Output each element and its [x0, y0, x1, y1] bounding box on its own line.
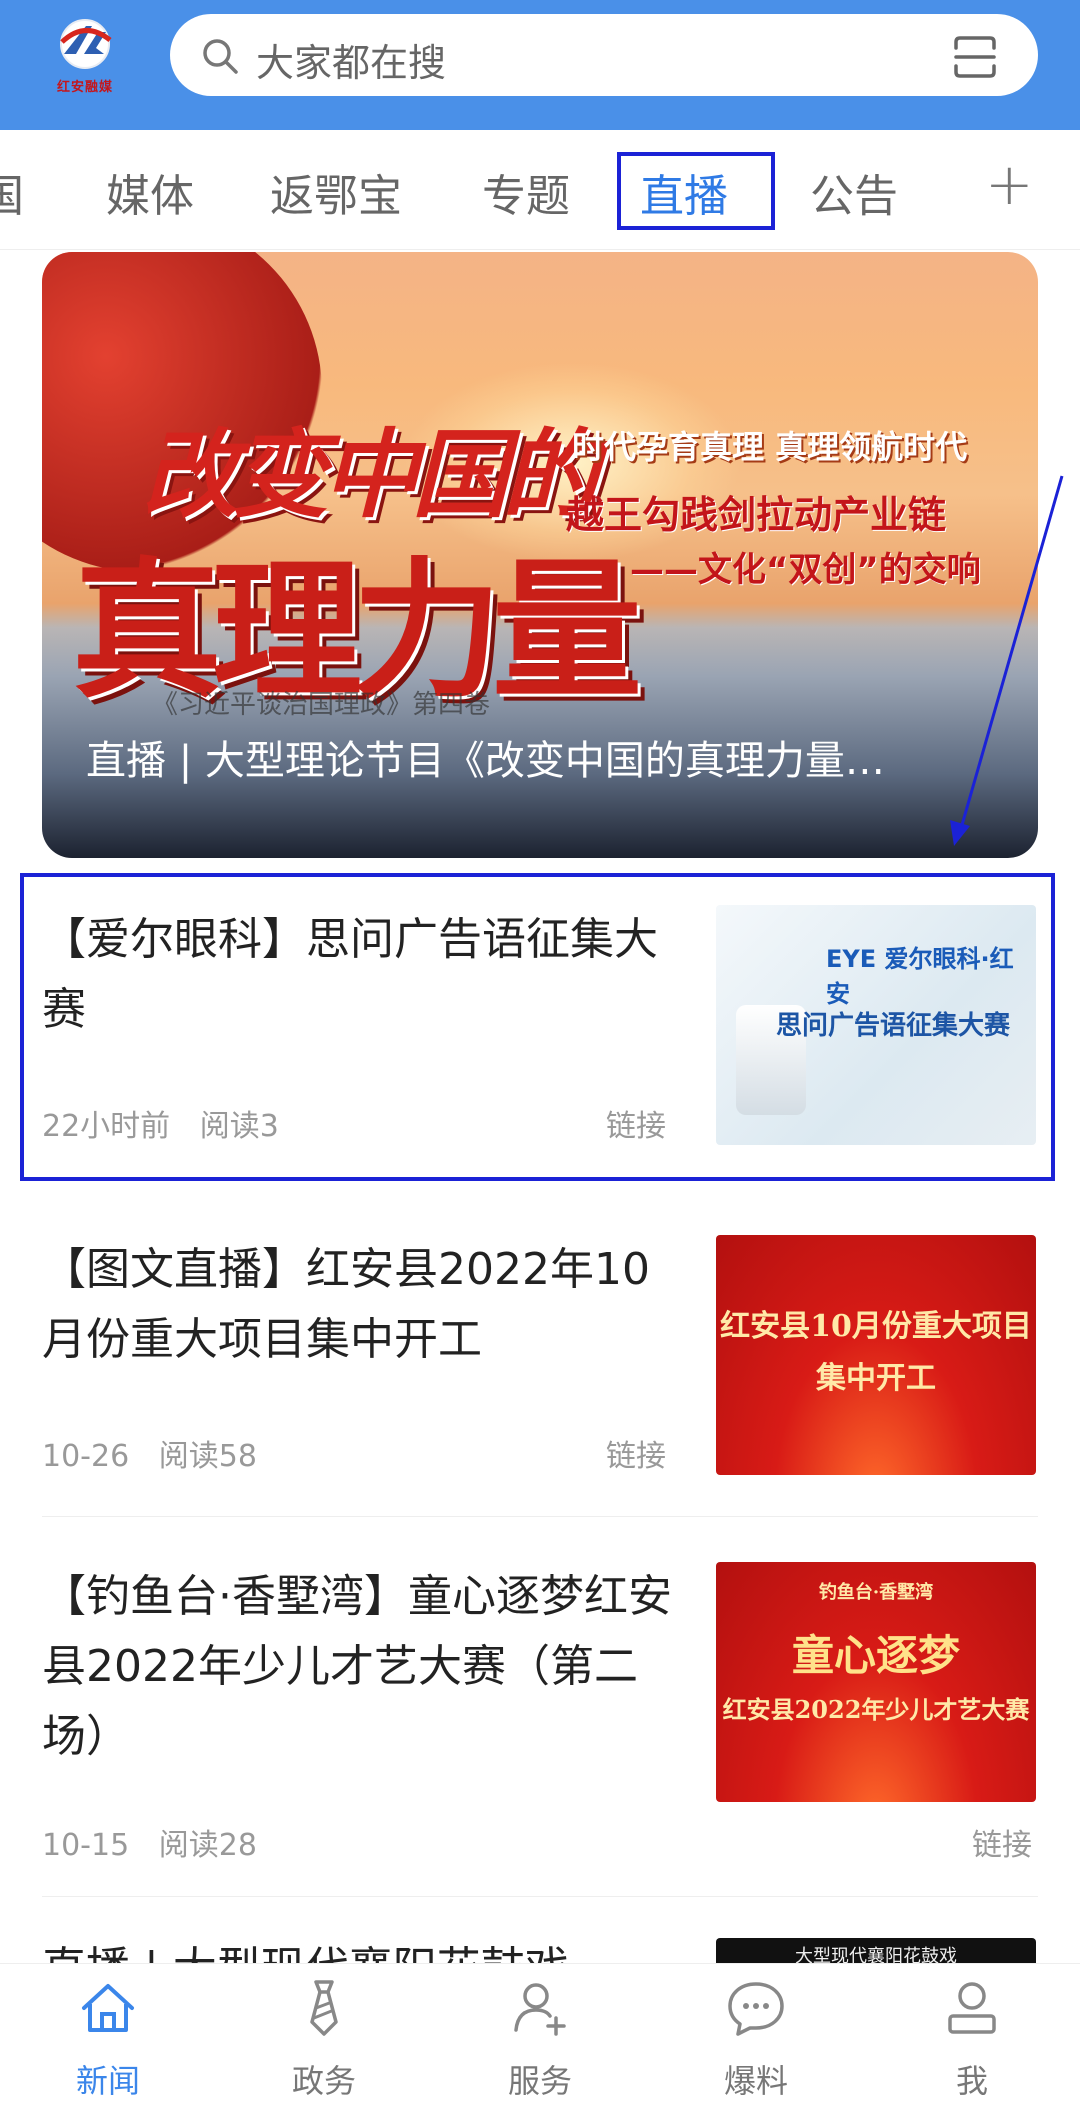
news-title: 【爱尔眼科】思问广告语征集大赛: [42, 914, 658, 1035]
user-add-icon: [514, 1983, 566, 2036]
tab-guo[interactable]: 国: [0, 160, 24, 224]
tab-announcement[interactable]: 公告: [810, 160, 898, 224]
featured-banner[interactable]: 改变中国的 真理力量 时代孕育真理 真理领航时代 越王勾践剑拉动产业链 ——文化…: [42, 252, 1038, 858]
home-icon: [82, 1984, 134, 2032]
banner-subtext: 《习近平谈治国理政》第四卷: [152, 690, 491, 720]
annotation-arrow-icon: [950, 475, 1064, 846]
news-link-label: 链接: [606, 1109, 666, 1144]
news-link-label: 链接: [972, 1828, 1032, 1863]
search-placeholder: 大家都在搜: [256, 41, 447, 85]
nav-news[interactable]: 新闻: [0, 1964, 216, 2113]
news-time: 10-26: [42, 1439, 130, 1474]
thumb-subtitle-text: 红安县2022年少儿才艺大赛: [722, 1695, 1030, 1724]
news-reads: 阅读58: [158, 1439, 257, 1474]
news-title: 【图文直播】红安县2022年10月份重大项目集中开工: [42, 1244, 650, 1365]
search-bar[interactable]: 大家都在搜: [170, 14, 1038, 96]
banner-right-line1: 时代孕育真理 真理领航时代: [572, 428, 968, 466]
news-item-1[interactable]: 【爱尔眼科】思问广告语征集大赛 22小时前 阅读3 链接 EYE 爱尔眼科·红安…: [42, 905, 1038, 1155]
news-meta: 10-15 阅读28: [42, 1820, 277, 1864]
logo-mark-icon: [60, 19, 112, 69]
news-reads: 阅读3: [199, 1109, 279, 1144]
nav-label: 新闻: [75, 2062, 140, 2100]
scan-icon[interactable]: [952, 34, 998, 80]
news-item-3[interactable]: 【钓鱼台·香墅湾】童心逐梦红安县2022年少儿才艺大赛（第二场） 10-15 阅…: [42, 1562, 1038, 1882]
category-tabs: 国 媒体 返鄂宝 专题 直播 公告 +: [0, 130, 1080, 250]
banner-right-line2: 越王勾践剑拉动产业链: [566, 493, 947, 537]
nav-label: 爆料: [723, 2062, 788, 2100]
thumb-subtitle-text: 集中开工: [816, 1361, 936, 1396]
news-title: 【钓鱼台·香墅湾】童心逐梦红安县2022年少儿才艺大赛（第二场）: [42, 1571, 672, 1762]
thumb-title-text: 童心逐梦: [791, 1631, 960, 1680]
thumb-title-text: 思问广告语征集大赛: [776, 1011, 1011, 1041]
thumb-brand-text: EYE 爱尔眼科·红安: [826, 945, 1014, 1008]
news-thumbnail: EYE 爱尔眼科·红安 思问广告语征集大赛: [716, 905, 1036, 1145]
tab-media[interactable]: 媒体: [106, 160, 194, 224]
news-link-label: 链接: [606, 1439, 666, 1474]
thumb-title-text: 红安县10月份重大项目: [720, 1309, 1032, 1344]
list-divider: [42, 1896, 1038, 1897]
nav-label: 服务: [507, 2062, 572, 2100]
profile-icon: [948, 1982, 996, 2034]
bottom-navigation: 新闻 政务 服务 爆料 我: [0, 1963, 1080, 2113]
news-item-2[interactable]: 【图文直播】红安县2022年10月份重大项目集中开工 10-26 阅读58 链接…: [42, 1235, 1038, 1485]
tie-icon: [310, 1980, 338, 2036]
banner-caption: 直播 | 大型理论节目《改变中国的真理力量…: [86, 738, 885, 784]
news-reads: 阅读28: [158, 1828, 257, 1863]
nav-services[interactable]: 服务: [432, 1964, 648, 2113]
app-logo[interactable]: 红安融媒: [40, 14, 130, 102]
news-thumbnail: 红安县10月份重大项目 集中开工: [716, 1235, 1036, 1475]
active-tab-highlight: [617, 152, 775, 230]
news-meta: 10-26 阅读58: [42, 1431, 277, 1475]
news-thumbnail: 钓鱼台·香墅湾 童心逐梦 红安县2022年少儿才艺大赛: [716, 1562, 1036, 1802]
thumb-brand-text: 钓鱼台·香墅湾: [818, 1582, 934, 1603]
nav-label: 我: [955, 2062, 988, 2100]
news-time: 22小时前: [42, 1109, 171, 1144]
nav-profile[interactable]: 我: [864, 1964, 1080, 2113]
nav-tipoff[interactable]: 爆料: [648, 1964, 864, 2113]
nav-label: 政务: [291, 2062, 356, 2100]
banner-right-line3: ——文化“双创”的交响: [630, 550, 981, 590]
tab-fanebao[interactable]: 返鄂宝: [270, 160, 402, 224]
list-divider: [42, 1516, 1038, 1517]
add-tab-icon[interactable]: +: [985, 150, 1034, 218]
news-time: 10-15: [42, 1828, 130, 1863]
tab-topics[interactable]: 专题: [482, 160, 570, 224]
nav-government[interactable]: 政务: [216, 1964, 432, 2113]
search-icon: [203, 39, 238, 74]
news-meta: 22小时前 阅读3: [42, 1101, 299, 1145]
app-header: 红安融媒 大家都在搜: [0, 0, 1080, 130]
chat-icon: [728, 1982, 784, 2036]
logo-text: 红安融媒: [56, 80, 113, 95]
